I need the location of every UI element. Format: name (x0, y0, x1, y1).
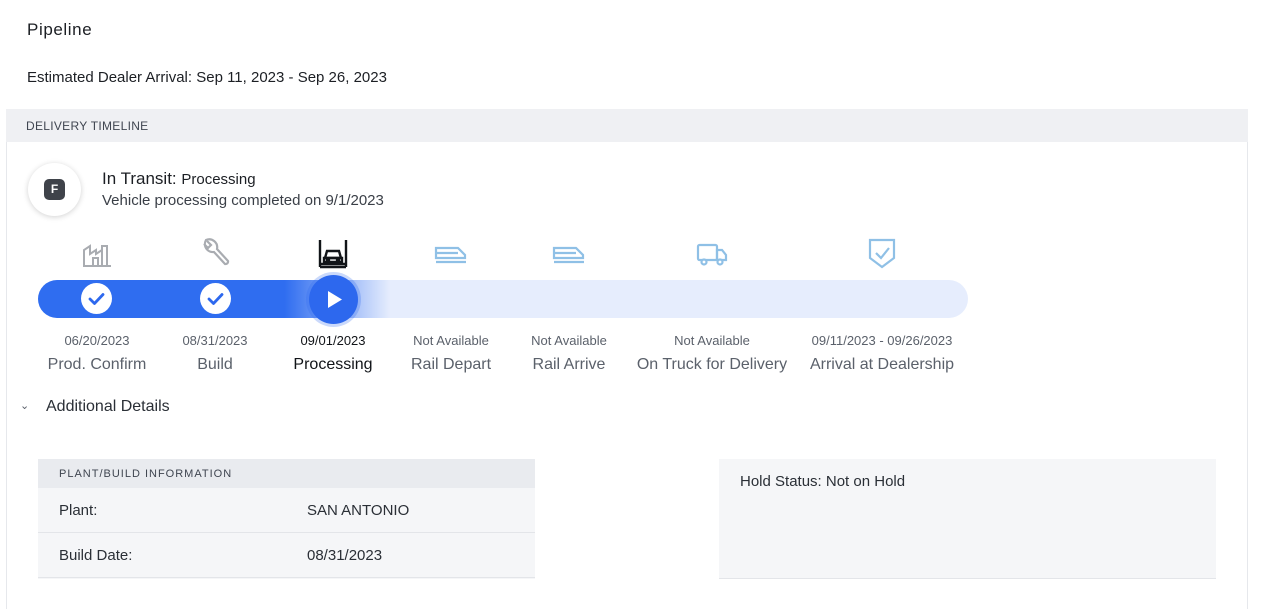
card-header-title: DELIVERY TIMELINE (26, 119, 149, 133)
estimated-arrival: Estimated Dealer Arrival: Sep 11, 2023 -… (27, 69, 387, 86)
wrench-icon (198, 236, 232, 270)
current-stage-play-icon (309, 275, 358, 324)
status-state: Processing (181, 171, 256, 188)
stage-label: Arrival at Dealership (809, 356, 955, 373)
status-title: In Transit: Processing (102, 169, 256, 189)
additional-details-label: Additional Details (46, 398, 170, 415)
build-date-row: Build Date: 08/31/2023 (38, 533, 535, 578)
shield-check-icon (865, 236, 899, 270)
stage-date: Not Available (674, 333, 750, 348)
stage-label: On Truck for Delivery (636, 356, 788, 373)
row-value: SAN ANTONIO (307, 502, 410, 519)
plant-build-header: PLANT/BUILD INFORMATION (38, 459, 535, 488)
plant-row: Plant: SAN ANTONIO (38, 488, 535, 533)
truck-icon (695, 236, 729, 270)
plant-build-panel: PLANT/BUILD INFORMATION Plant: SAN ANTON… (38, 459, 535, 579)
check-icon (81, 283, 112, 314)
additional-details-toggle[interactable]: ⌄ Additional Details (20, 398, 170, 416)
row-key: Build Date: (59, 547, 133, 564)
car-lift-icon (316, 236, 350, 270)
row-value: 08/31/2023 (307, 547, 383, 564)
check-icon (200, 283, 231, 314)
chevron-down-icon: ⌄ (20, 400, 30, 412)
status-detail: Vehicle processing completed on 9/1/2023 (102, 192, 384, 209)
card-header: DELIVERY TIMELINE (6, 109, 1248, 142)
stage-date: 09/11/2023 - 09/26/2023 (811, 333, 953, 348)
factory-icon (80, 236, 114, 270)
page-title: Pipeline (27, 20, 93, 39)
train-icon (552, 236, 586, 270)
train-icon (434, 236, 468, 270)
timeline-progress-track (38, 280, 968, 318)
hold-status-panel: Hold Status: Not on Hold (719, 459, 1216, 579)
status-avatar: F (28, 163, 81, 216)
row-key: Plant: (59, 502, 98, 519)
status-letter-icon: F (44, 179, 65, 200)
status-label: In Transit: (102, 169, 177, 188)
plant-build-title: PLANT/BUILD INFORMATION (59, 468, 233, 480)
hold-status-text: Hold Status: Not on Hold (740, 473, 906, 490)
